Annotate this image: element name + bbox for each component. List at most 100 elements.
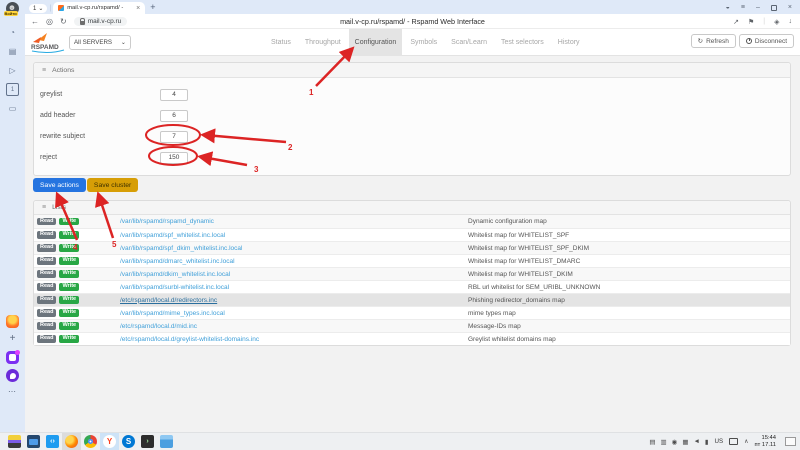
sidebar-icon[interactable]: ▤ [6,45,19,58]
taskbar-app[interactable]: › [138,433,157,450]
disconnect-button[interactable]: Disconnect [739,34,794,48]
action-value-input[interactable] [160,131,188,143]
write-badge: Write [59,335,79,343]
map-description: Message-IDs map [468,323,790,330]
read-badge: Read [37,257,56,265]
taskbar-app[interactable]: Y [100,433,119,450]
map-path-link[interactable]: /var/lib/rspamd/spf_whitelist.inc.local [120,232,468,239]
rspamd-navbar: RSPAMD All SERVERS ⌄ Status Throughput C… [25,29,800,56]
tray-icon[interactable]: ◄ [693,438,699,446]
sidebar-icon[interactable]: ◔ [6,26,19,39]
tab-close-icon[interactable]: × [136,5,140,12]
taskbar-app[interactable] [62,433,81,450]
map-path-link[interactable]: /etc/rspamd/local.d/mid.inc [120,323,468,330]
map-path-link[interactable]: /etc/rspamd/local.d/greylist-whitelist-d… [120,336,468,343]
sidebar-icon[interactable]: ▷ [6,64,19,77]
nav-tab[interactable]: Symbols [404,29,443,56]
refresh-button[interactable]: ↻ Refresh [691,34,736,48]
refresh-icon[interactable]: ↻ [60,17,67,26]
taskbar: ‹› Y S › [0,432,800,450]
table-row: Read Write /etc/rspamd/local.d/redirecto… [34,293,790,306]
taskbar-app-icon [84,435,97,448]
action-value-input[interactable] [160,152,188,164]
action-row: reject [34,147,790,168]
tray-expand-icon[interactable]: ∧ [744,438,748,445]
map-path-link[interactable]: /var/lib/rspamd/dmarc_whitelist.inc.loca… [120,258,468,265]
nav-tab[interactable]: Scan/Learn [445,29,493,56]
taskbar-app-icon: › [141,435,154,448]
server-select[interactable]: All SERVERS ⌄ [69,35,131,50]
save-actions-button[interactable]: Save actions [33,178,86,192]
nav-tab[interactable]: History [552,29,586,56]
tray-icon[interactable]: ▮ [705,438,709,446]
sidebar-icon-glyph: ▷ [9,66,15,75]
address-bar-title[interactable]: mail.v-cp.ru/rspamd/ - Rspamd Web Interf… [25,14,800,29]
save-cluster-button[interactable]: Save cluster [87,178,138,192]
profile-avatar[interactable]: ☻ Войти [6,2,20,18]
table-row: Read Write /var/lib/rspamd/rspamd_dynami… [34,215,790,228]
notifications-icon[interactable]: ◒ [726,4,730,11]
map-path-link[interactable]: /var/lib/rspamd/spf_dkim_whitelist.inc.l… [120,245,468,252]
taskbar-app[interactable] [24,433,43,450]
map-path-link[interactable]: /var/lib/rspamd/surbl-whitelist.inc.loca… [120,284,468,291]
map-path-link[interactable]: /var/lib/rspamd/rspamd_dynamic [120,218,468,225]
sidebar-icon-glyph: 1 [11,87,14,93]
taskbar-app[interactable]: ‹› [43,433,62,450]
action-value-input[interactable] [160,89,188,101]
new-tab-button[interactable]: + [150,2,155,12]
network-icon[interactable] [729,438,738,445]
sidebar-icon[interactable]: ▭ [6,102,19,115]
tray-icon[interactable]: ▤ [649,438,655,446]
power-icon [746,38,752,44]
map-path-link[interactable]: /var/lib/rspamd/mime_types.inc.local [120,310,468,317]
taskbar-app[interactable] [81,433,100,450]
minimize-icon[interactable]: – [756,4,760,11]
taskbar-app-icon: S [122,435,135,448]
alice-assistant-icon[interactable] [6,369,19,382]
tray-icon[interactable]: ◉ [672,438,678,446]
table-row: Read Write /var/lib/rspamd/spf_dkim_whit… [34,241,790,254]
close-icon[interactable]: × [788,4,792,11]
show-desktop-button[interactable] [785,437,796,446]
nav-tab[interactable]: Test selectors [495,29,550,56]
nav-tab[interactable]: Configuration [349,29,403,56]
menu-icon[interactable]: ≡ [741,4,745,11]
action-row: add header [34,105,790,126]
domain-chip[interactable]: mail.v-cp.ru [74,17,128,26]
share-icon[interactable]: ↗ [733,18,739,26]
add-panel-icon[interactable]: + [6,333,19,346]
messenger-icon[interactable] [6,351,19,364]
sidebar-icon[interactable]: 1 [6,83,19,96]
taskbar-app[interactable]: S [119,433,138,450]
map-description: Whitelist map for WHITELIST_DMARC [468,258,790,265]
map-path-link[interactable]: /var/lib/rspamd/dkim_whitelist.inc.local [120,271,468,278]
yandex-start-icon[interactable] [6,315,19,328]
back-icon[interactable]: ← [31,17,39,26]
read-badge: Read [37,309,56,317]
tab-counter[interactable]: 1 ⌄ [29,4,47,13]
bookmark-icon[interactable]: ⚑ [748,18,754,26]
active-tab[interactable]: mail.v-cp.ru/rspamd/ - × [53,2,145,14]
site-info-icon[interactable]: ◎ [46,17,53,26]
download-icon[interactable]: ↓ [789,18,793,25]
maximize-icon[interactable] [771,5,777,11]
protect-icon[interactable]: ◈ [774,18,779,26]
language-indicator[interactable]: US [715,438,724,445]
tray-icon[interactable]: ▦ [682,438,688,446]
nav-tab-label: Symbols [410,39,437,46]
domain-text: mail.v-cp.ru [88,18,122,25]
taskbar-app[interactable] [5,433,24,450]
read-badge: Read [37,218,56,226]
tab-favicon [58,5,64,11]
nav-tab[interactable]: Throughput [299,29,347,56]
map-path-link[interactable]: /etc/rspamd/local.d/redirectors.inc [120,297,468,304]
clock[interactable]: 15:44 пт 17.11 [755,435,776,448]
action-row: greylist [34,84,790,105]
more-icon[interactable]: ⋯ [8,387,17,396]
nav-tab[interactable]: Status [265,29,297,56]
table-row: Read Write /var/lib/rspamd/mime_types.in… [34,306,790,319]
taskbar-app[interactable] [157,433,176,450]
tray-icon[interactable]: ▥ [661,438,667,446]
action-value-input[interactable] [160,110,188,122]
tab-strip: 1 ⌄ | mail.v-cp.ru/rspamd/ - × + ◒ ≡ – × [25,0,800,14]
